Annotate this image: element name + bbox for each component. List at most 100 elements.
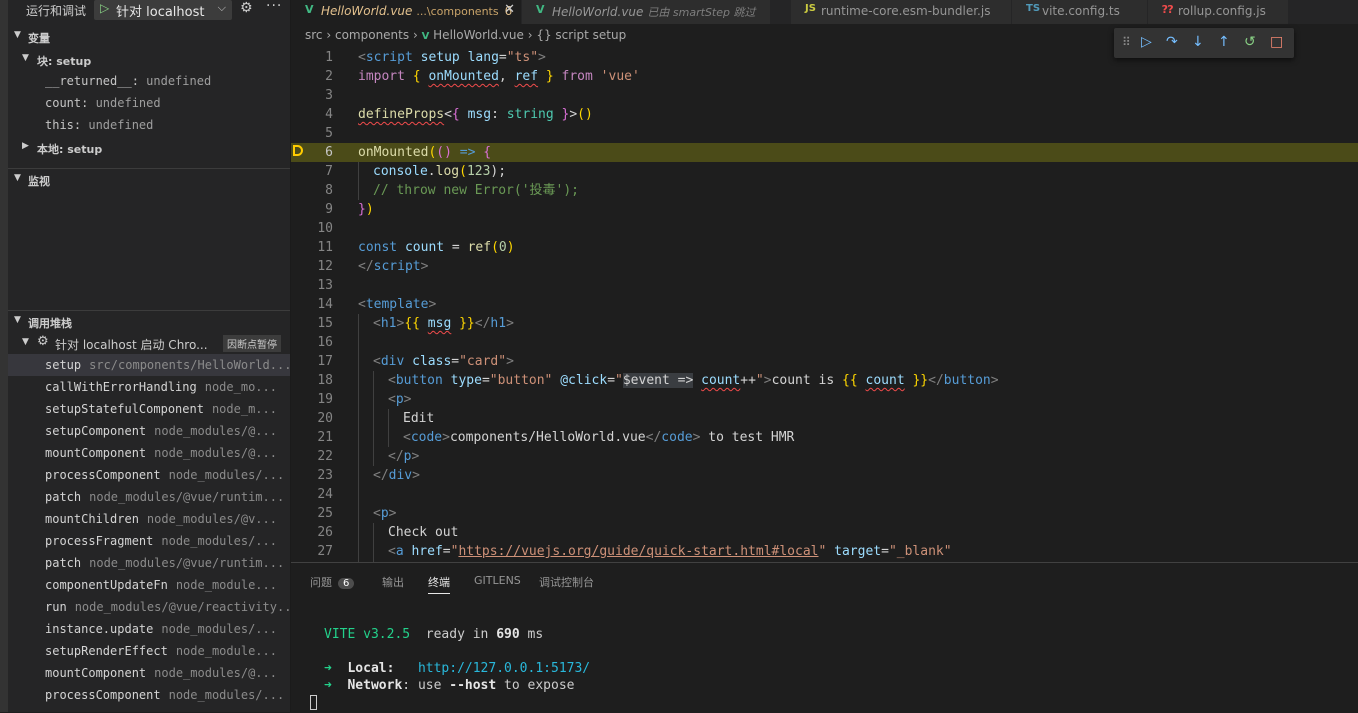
local-url-link[interactable]: http://127.0.0.1:5173/	[418, 661, 590, 676]
tab-vite-config[interactable]: TS vite.config.ts	[1012, 0, 1148, 24]
restart-icon[interactable]: ↺	[1244, 34, 1256, 50]
chevron-right-icon: ›	[326, 28, 335, 42]
code-line: 17 <div class="card">	[317, 352, 514, 371]
line-content[interactable]: <p>	[373, 504, 396, 523]
callstack-frame[interactable]: callWithErrorHandling node_mo...	[8, 376, 290, 398]
breadcrumb-item[interactable]: src	[305, 28, 323, 42]
line-content[interactable]: Check out	[388, 523, 458, 542]
close-icon[interactable]: ✕	[504, 2, 515, 17]
frame-path: node_mo...	[204, 380, 277, 394]
play-icon[interactable]: ▷	[100, 1, 109, 15]
tab-label: runtime-core.esm-bundler.js	[821, 4, 991, 18]
breadcrumb-item[interactable]: components	[335, 28, 409, 42]
scope-local-setup[interactable]: ▶ 本地: setup	[8, 136, 290, 158]
frame-path: node_modules/...	[168, 468, 285, 482]
line-content[interactable]: <button type="button" @click="$event => …	[388, 371, 999, 390]
chevron-right-icon: ▶	[22, 141, 29, 151]
code-line: 8// throw new Error('投毒');	[325, 181, 580, 200]
tab-helloworld-vue-skipped[interactable]: V HelloWorld.vue 已由 smartStep 跳过	[522, 0, 771, 24]
line-content[interactable]: const count = ref(0)	[358, 238, 515, 257]
callstack-frame[interactable]: setupStatefulComponent node_m...	[8, 398, 290, 420]
callstack-section-header[interactable]: ▼ 调用堆栈	[8, 310, 290, 333]
code-editor[interactable]: 1 <script setup lang="ts"> 2 import { onMo…	[291, 48, 1358, 562]
chevron-down-icon[interactable]: ⌵	[218, 1, 226, 15]
variables-title: 变量	[28, 32, 50, 45]
callstack-frame[interactable]: processComponent node_modules/...	[8, 684, 290, 706]
gear-icon[interactable]: ⚙	[240, 0, 253, 16]
run-debug-header: 运行和调试 ▷ 针对 localhost 启动 ⌵ ⚙ ···	[8, 0, 290, 20]
tab-debug-console[interactable]: 调试控制台	[539, 574, 594, 590]
drag-handle-icon[interactable]: ⠿	[1122, 35, 1131, 49]
scope-label: 本地: setup	[37, 143, 103, 156]
vue-file-icon: V	[536, 3, 545, 16]
launch-config-dropdown[interactable]: ▷ 针对 localhost 启动 ⌵	[94, 0, 232, 20]
callstack-frame[interactable]: mountComponent node_modules/@...	[8, 662, 290, 684]
line-content[interactable]: console.log(123);	[373, 162, 506, 181]
callstack-frame[interactable]: processFragment node_modules/...	[8, 530, 290, 552]
tab-helloworld-vue[interactable]: V HelloWorld.vue ...\components 6 ✕	[291, 0, 522, 24]
callstack-frame[interactable]: mountChildren node_modules/@v...	[8, 508, 290, 530]
activity-bar	[0, 0, 8, 712]
line-content[interactable]: <p>	[388, 390, 411, 409]
step-out-icon[interactable]: ↑	[1218, 34, 1230, 50]
breadcrumb-item[interactable]: HelloWorld.vue	[433, 28, 524, 42]
frame-path: node_modules/@...	[154, 446, 277, 460]
stop-icon[interactable]: □	[1270, 34, 1283, 50]
callstack-frame[interactable]: setupRenderEffect node_module...	[8, 640, 290, 662]
line-content[interactable]: <code>components/HelloWorld.vue</code> t…	[403, 428, 794, 447]
continue-icon[interactable]: ▷	[1141, 34, 1152, 50]
tab-runtime-core[interactable]: JS runtime-core.esm-bundler.js	[791, 0, 1012, 24]
tab-problems[interactable]: 问题 6	[310, 574, 355, 590]
step-into-icon[interactable]: ↓	[1192, 34, 1204, 50]
line-content[interactable]: })	[358, 200, 374, 219]
step-over-icon[interactable]: ↷	[1166, 34, 1178, 50]
rollup-file-icon: ⁇	[1162, 3, 1174, 16]
variable-row[interactable]: count: undefined	[8, 92, 290, 114]
line-content[interactable]: <h1>{{ msg }}</h1>	[373, 314, 514, 333]
tab-terminal[interactable]: 终端	[428, 574, 450, 594]
thread-row[interactable]: ▼ ⚙ 针对 localhost 启动 Chro... 因断点暂停	[8, 332, 290, 354]
line-content[interactable]: </p>	[388, 447, 419, 466]
callstack-frame[interactable]: patch node_modules/@vue/runtim...	[8, 552, 290, 574]
variable-row[interactable]: __returned__: undefined	[8, 70, 290, 92]
line-content[interactable]: </div>	[373, 466, 420, 485]
frame-path: node_modules/@vue/runtim...	[89, 556, 285, 570]
callstack-frame[interactable]: setup src/components/HelloWorld....	[8, 354, 290, 376]
watch-section-header[interactable]: ▼ 监视	[8, 168, 290, 191]
callstack-frame[interactable]: setupComponent node_modules/@...	[8, 420, 290, 442]
frame-function: setupRenderEffect	[45, 644, 168, 658]
more-actions-icon[interactable]: ···	[266, 0, 282, 14]
line-content[interactable]: <a href="https://vuejs.org/guide/quick-s…	[388, 542, 952, 561]
callstack-frame[interactable]: mountComponent node_modules/@...	[8, 442, 290, 464]
scope-block-setup[interactable]: ▼ 块: setup	[8, 48, 290, 70]
line-content[interactable]: import { onMounted, ref } from 'vue'	[358, 67, 640, 86]
code-line: 21 <code>components/HelloWorld.vue</code>…	[317, 428, 795, 447]
sidebar: 运行和调试 ▷ 针对 localhost 启动 ⌵ ⚙ ··· ▼ 变量 ▼ 块…	[0, 0, 291, 712]
launch-config-label: 针对 localhost 启动	[116, 5, 208, 20]
line-content[interactable]: defineProps<{ msg: string }>()	[358, 105, 593, 124]
callstack-frame[interactable]: instance.update node_modules/...	[8, 618, 290, 640]
callstack-frame[interactable]: run node_modules/@vue/reactivity...	[8, 596, 290, 618]
variable-value: undefined	[88, 118, 154, 132]
frame-function: patch	[45, 490, 82, 504]
line-content[interactable]: <div class="card">	[373, 352, 514, 371]
callstack-frame[interactable]: processComponent node_modules/...	[8, 464, 290, 486]
variables-section-header[interactable]: ▼ 变量	[8, 26, 290, 48]
line-content[interactable]: <template>	[358, 295, 436, 314]
line-content[interactable]: <script setup lang="ts">	[358, 48, 546, 67]
callstack-frame[interactable]: componentUpdateFn node_module...	[8, 574, 290, 596]
tab-gitlens[interactable]: GITLENS	[474, 574, 521, 587]
variable-row[interactable]: this: undefined	[8, 114, 290, 136]
js-file-icon: JS	[805, 3, 816, 14]
callstack-frame[interactable]: patch node_modules/@vue/runtim...	[8, 486, 290, 508]
line-content[interactable]: // throw new Error('投毒');	[373, 181, 579, 200]
frame-function: mountComponent	[45, 446, 147, 460]
line-content[interactable]: </script>	[358, 257, 428, 276]
tab-rollup-config[interactable]: ⁇ rollup.config.js	[1148, 0, 1289, 24]
breadcrumb-item[interactable]: {} script setup	[536, 28, 626, 42]
line-content[interactable]: Edit	[403, 409, 434, 428]
editor-tab-bar: V HelloWorld.vue ...\components 6 ✕ V Hell…	[291, 0, 1358, 24]
tab-output[interactable]: 输出	[382, 574, 404, 590]
code-line: 7 console.log(123);	[325, 162, 507, 181]
line-content[interactable]: onMounted(() => {	[358, 143, 491, 162]
